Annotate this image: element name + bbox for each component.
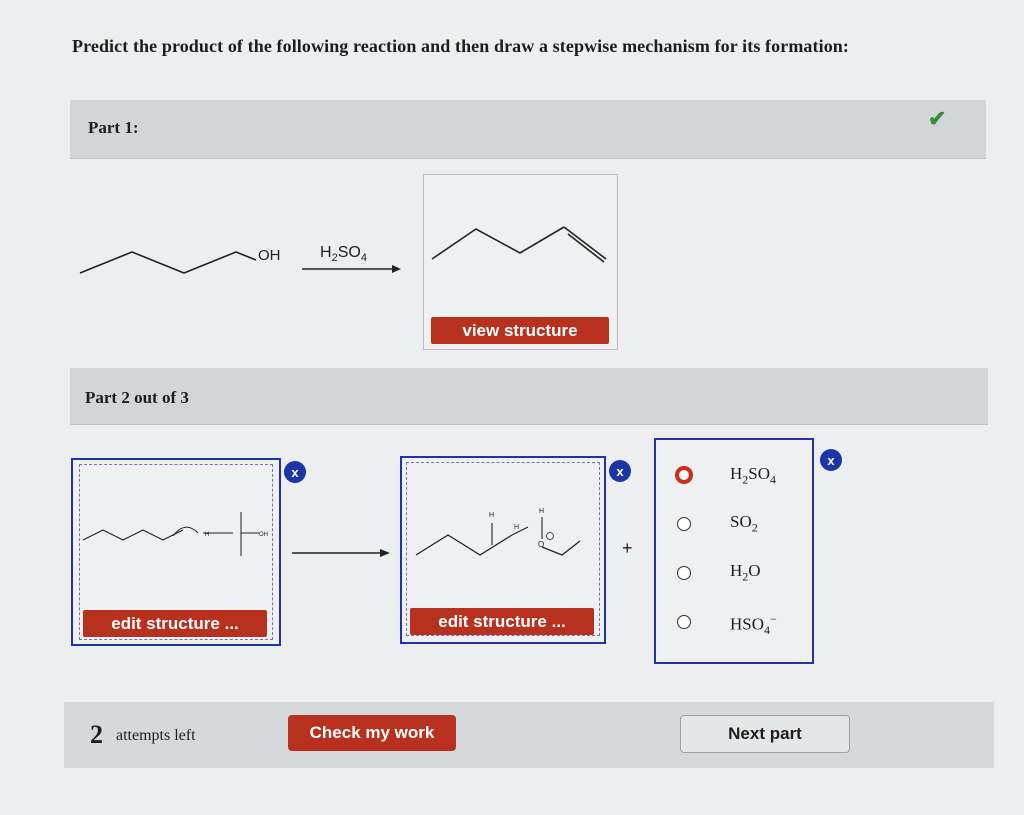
next-part-button[interactable]: Next part bbox=[680, 715, 850, 753]
part2-title: Part 2 out of 3 bbox=[85, 388, 189, 407]
attempts-count: 2 bbox=[90, 720, 103, 749]
question-text: Predict the product of the following rea… bbox=[72, 36, 850, 56]
footer-bar: 2 attempts left Check my work Next part bbox=[64, 702, 994, 768]
remove-box-1-icon[interactable]: x bbox=[284, 461, 306, 483]
oh-label-small: OH bbox=[259, 532, 268, 538]
check-my-work-button[interactable]: Check my work bbox=[288, 715, 456, 751]
plus-sign: + bbox=[622, 538, 633, 558]
remove-choice-icon[interactable]: x bbox=[820, 449, 842, 471]
view-structure-button[interactable]: view structure bbox=[431, 317, 609, 344]
attempts-text: attempts left bbox=[116, 727, 196, 744]
choice-hso4: HSO4− bbox=[730, 612, 777, 638]
part2-header: Part 2 out of 3 bbox=[70, 368, 988, 425]
drawing-box-2[interactable]: H H H O edit structure ... bbox=[400, 456, 606, 644]
oh-label: OH bbox=[258, 247, 281, 264]
product-structure bbox=[431, 226, 607, 263]
svg-text:O: O bbox=[538, 540, 544, 549]
part1-header: Part 1: ✔ bbox=[70, 100, 986, 159]
choice-so2: SO2 bbox=[730, 512, 758, 535]
byproduct-choice-box: H2SO4 SO2 H2O HSO4− bbox=[654, 438, 814, 664]
product-box: view structure bbox=[423, 174, 618, 350]
mechanism-structure-1: H OH bbox=[82, 512, 268, 556]
check-icon: ✔ bbox=[928, 106, 947, 131]
h-label-small: H bbox=[205, 532, 209, 538]
edit-structure-button-2[interactable]: edit structure ... bbox=[410, 608, 594, 635]
radio-so2[interactable] bbox=[677, 517, 691, 531]
radio-hso4[interactable] bbox=[677, 615, 691, 629]
mechanism-arrow bbox=[292, 549, 390, 557]
h-label-mid: H bbox=[514, 524, 519, 531]
edit-structure-button-1[interactable]: edit structure ... bbox=[83, 610, 267, 637]
choice-h2so4: H2SO4 bbox=[730, 464, 777, 487]
radio-h2o[interactable] bbox=[677, 566, 691, 580]
h-label-top-2: H bbox=[539, 508, 544, 515]
remove-box-2-icon[interactable]: x bbox=[609, 460, 631, 482]
h-label-top-1: H bbox=[489, 512, 494, 519]
mechanism-structure-2: H H H O bbox=[415, 508, 581, 556]
choice-h2o: H2O bbox=[730, 561, 761, 584]
drawing-box-1[interactable]: H OH edit structure ... bbox=[71, 458, 281, 646]
reaction-arrow bbox=[302, 265, 401, 273]
part1-title: Part 1: bbox=[88, 118, 139, 137]
radio-h2so4[interactable] bbox=[675, 466, 693, 484]
